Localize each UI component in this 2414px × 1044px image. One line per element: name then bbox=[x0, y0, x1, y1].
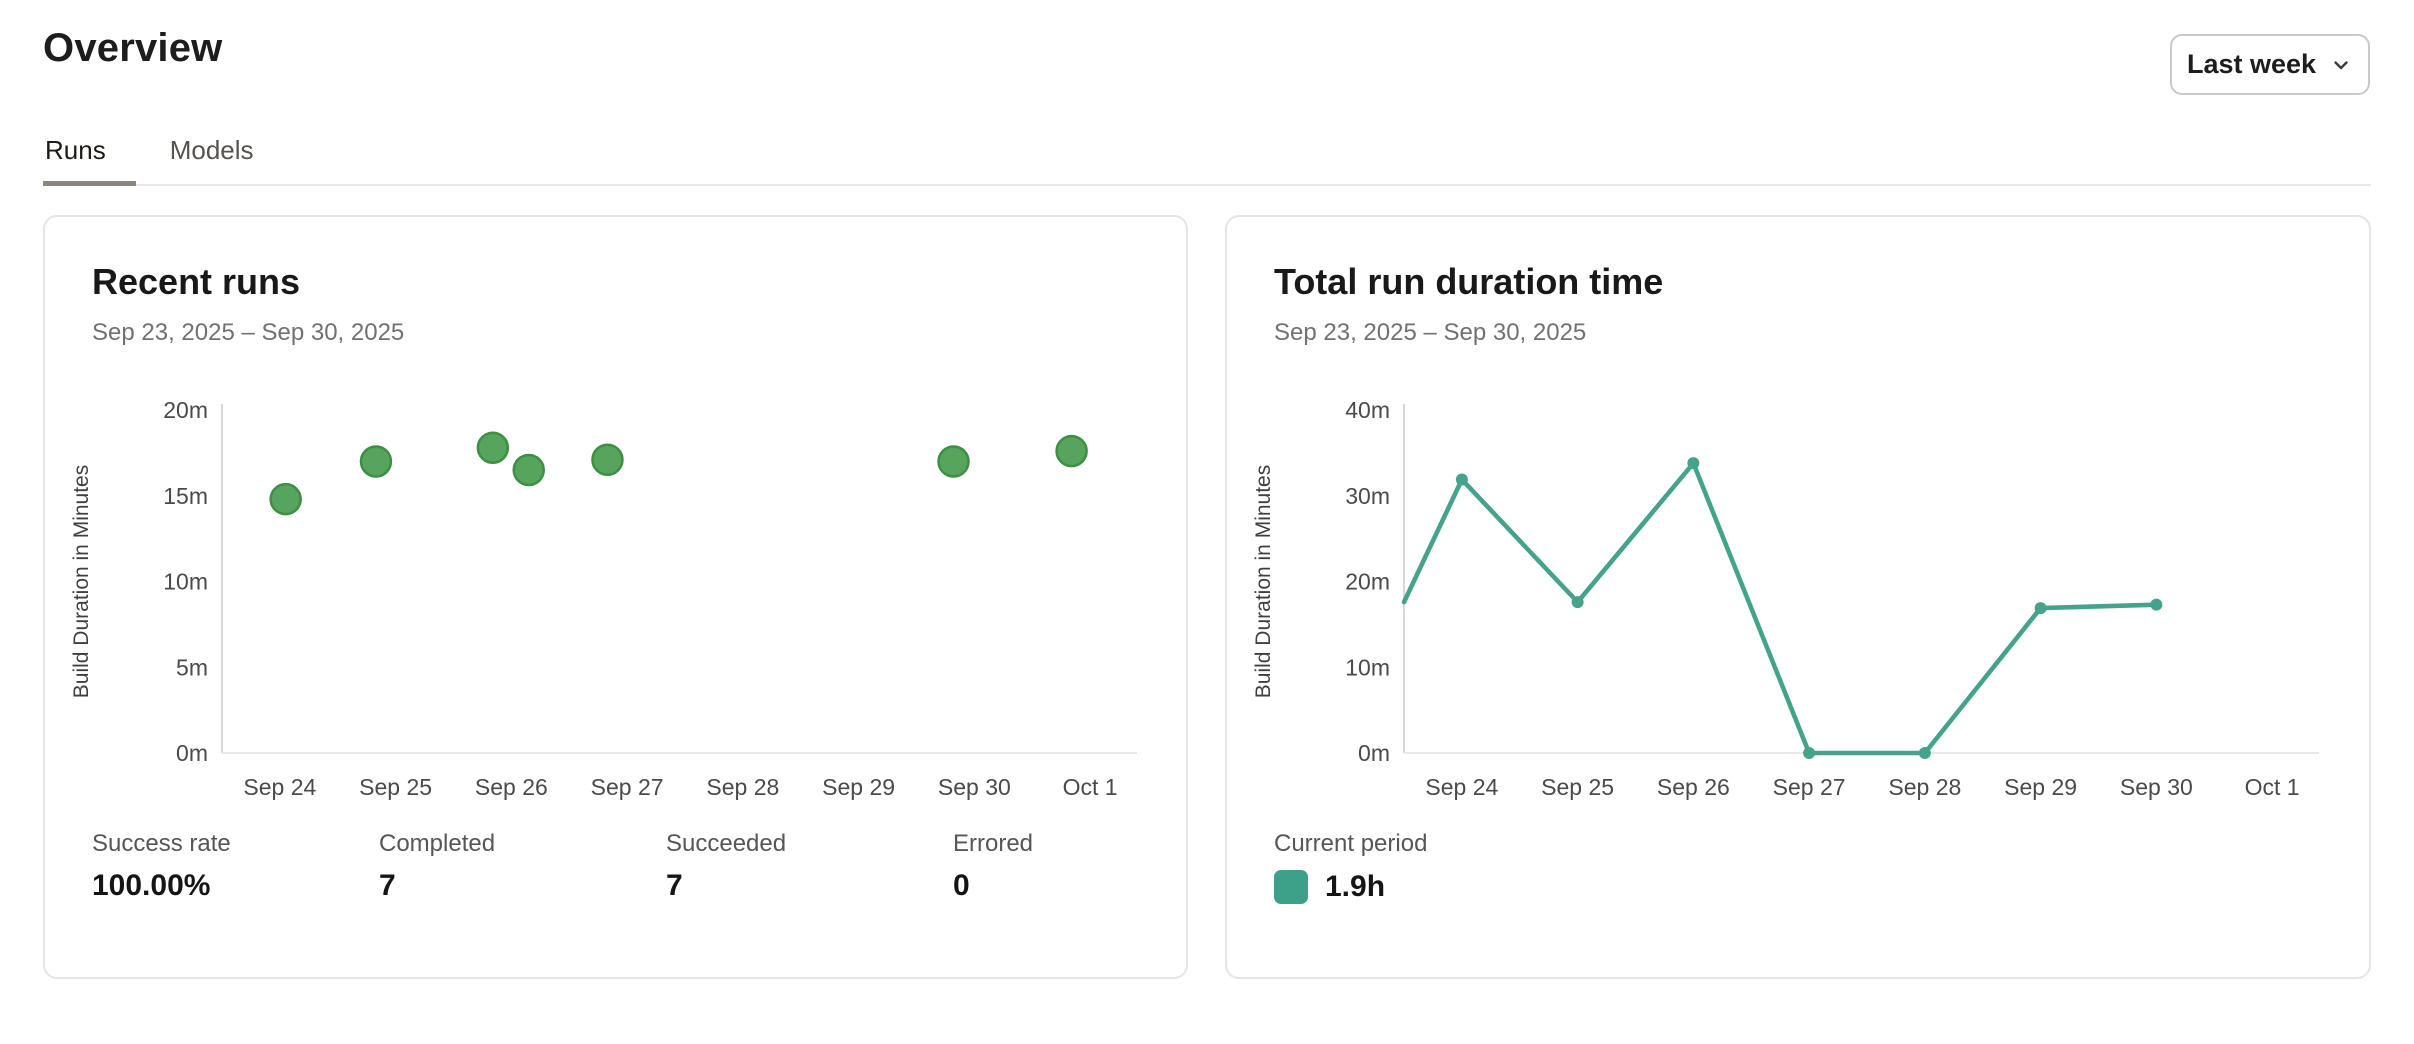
tab-models[interactable]: Models bbox=[168, 135, 256, 186]
svg-text:Sep 30: Sep 30 bbox=[938, 774, 1011, 800]
stat-value: 7 bbox=[666, 868, 953, 904]
svg-text:Sep 24: Sep 24 bbox=[243, 774, 316, 800]
period-selector-label: Last week bbox=[2187, 49, 2316, 80]
svg-text:Sep 29: Sep 29 bbox=[822, 774, 895, 800]
svg-text:15m: 15m bbox=[163, 483, 208, 509]
svg-text:0m: 0m bbox=[1358, 740, 1390, 766]
svg-text:20m: 20m bbox=[1345, 569, 1390, 595]
svg-text:5m: 5m bbox=[176, 654, 208, 680]
chevron-down-icon bbox=[2329, 53, 2353, 77]
svg-text:30m: 30m bbox=[1345, 483, 1390, 509]
svg-text:40m: 40m bbox=[1345, 397, 1390, 423]
svg-text:Sep 29: Sep 29 bbox=[2004, 774, 2077, 800]
stat-errored: Errored 0 bbox=[953, 829, 1240, 904]
svg-text:20m: 20m bbox=[163, 397, 208, 423]
total-run-duration-line-chart: 0m 10m 20m 30m 40m Sep 24 Sep 25 Sep 26 Sep 27 Se… bbox=[1244, 392, 2344, 822]
svg-text:0m: 0m bbox=[176, 740, 208, 766]
svg-text:Sep 28: Sep 28 bbox=[1888, 774, 1961, 800]
svg-text:Sep 27: Sep 27 bbox=[591, 774, 664, 800]
stat-label: Completed bbox=[379, 829, 666, 859]
legend-value: 1.9h bbox=[1325, 870, 1385, 904]
recent-runs-scatter-chart: 0m 5m 10m 15m 20m Sep 24 Sep 25 Sep 26 Sep 27 Sep… bbox=[62, 392, 1162, 822]
card-title: Recent runs bbox=[92, 261, 300, 303]
svg-text:Sep 25: Sep 25 bbox=[359, 774, 432, 800]
stat-completed: Completed 7 bbox=[379, 829, 666, 904]
stat-succeeded: Succeeded 7 bbox=[666, 829, 953, 904]
svg-text:Oct 1: Oct 1 bbox=[2245, 774, 2300, 800]
run-stats-row: Success rate 100.00% Completed 7 Succeed… bbox=[92, 829, 1240, 904]
tab-runs[interactable]: Runs bbox=[43, 135, 136, 186]
svg-text:Oct 1: Oct 1 bbox=[1063, 774, 1118, 800]
card-date-range: Sep 23, 2025 – Sep 30, 2025 bbox=[1274, 319, 1586, 347]
period-selector-dropdown[interactable]: Last week bbox=[2170, 34, 2370, 95]
legend-row: 1.9h bbox=[1274, 870, 1427, 904]
svg-text:Build Duration in Minutes: Build Duration in Minutes bbox=[1252, 465, 1275, 698]
chart-legend: Current period 1.9h bbox=[1274, 829, 1427, 904]
svg-text:Sep 27: Sep 27 bbox=[1773, 774, 1846, 800]
legend-color-swatch bbox=[1274, 870, 1308, 904]
svg-text:Build Duration in Minutes: Build Duration in Minutes bbox=[70, 465, 93, 698]
svg-text:Sep 25: Sep 25 bbox=[1541, 774, 1614, 800]
legend-label: Current period bbox=[1274, 829, 1427, 859]
recent-runs-card: Recent runs Sep 23, 2025 – Sep 30, 2025 … bbox=[43, 215, 1188, 979]
stat-value: 7 bbox=[379, 868, 666, 904]
stat-value: 100.00% bbox=[92, 868, 379, 904]
svg-text:Sep 28: Sep 28 bbox=[706, 774, 779, 800]
svg-text:Sep 24: Sep 24 bbox=[1425, 774, 1498, 800]
svg-text:Sep 30: Sep 30 bbox=[2120, 774, 2193, 800]
stat-value: 0 bbox=[953, 868, 1240, 904]
svg-text:Sep 26: Sep 26 bbox=[1657, 774, 1730, 800]
page-title: Overview bbox=[43, 26, 223, 71]
card-title: Total run duration time bbox=[1274, 261, 1663, 303]
stat-label: Success rate bbox=[92, 829, 379, 859]
svg-text:10m: 10m bbox=[163, 569, 208, 595]
stat-label: Succeeded bbox=[666, 829, 953, 859]
stat-label: Errored bbox=[953, 829, 1240, 859]
stat-success-rate: Success rate 100.00% bbox=[92, 829, 379, 904]
total-run-duration-card: Total run duration time Sep 23, 2025 – S… bbox=[1225, 215, 2371, 979]
tabbar: Runs Models bbox=[43, 135, 2371, 186]
card-date-range: Sep 23, 2025 – Sep 30, 2025 bbox=[92, 319, 404, 347]
svg-text:Sep 26: Sep 26 bbox=[475, 774, 548, 800]
svg-text:10m: 10m bbox=[1345, 654, 1390, 680]
